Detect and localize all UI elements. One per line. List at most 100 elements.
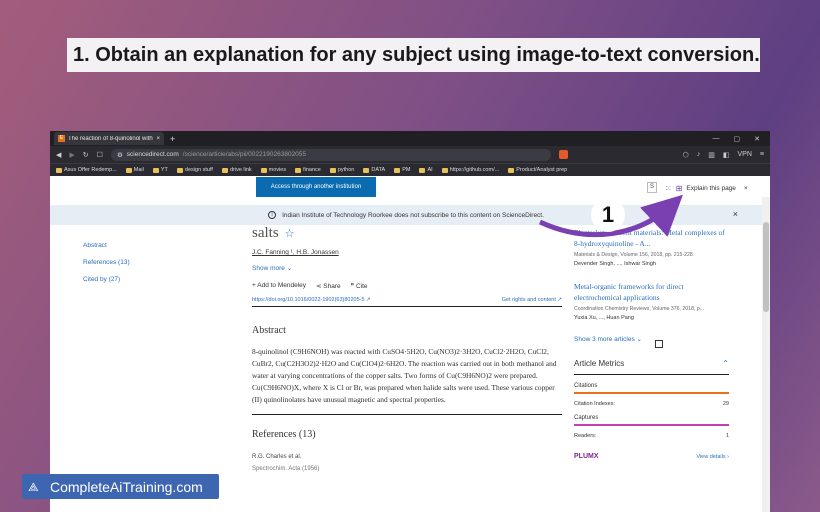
share-button[interactable]: ⋖ Share [316,282,341,290]
maximize-icon[interactable]: ▢ [734,135,741,143]
url-field[interactable]: ⚙ sciencedirect.com/science/article/abs/… [110,148,551,161]
bookmark-item[interactable]: AI [419,167,433,173]
browser-window: E The reaction of 8-quinolinol with × + … [50,131,770,512]
forward-icon[interactable]: ▶ [69,151,74,159]
scrollbar-thumb[interactable] [763,222,769,312]
outline-cited-by-link[interactable]: Cited by (27) [83,271,130,288]
explain-page-label[interactable]: Explain this page [686,185,736,192]
watermark: ⟁ CompleteAiTraining.com [22,474,219,499]
folder-icon [508,167,515,173]
bookmark-item[interactable]: DATA [363,167,385,173]
apps-icon: ⊞ [675,183,683,193]
watermark-text: CompleteAiTraining.com [50,478,203,495]
bookmark-item[interactable]: Mail [125,167,144,173]
grid-icon: ⁙ [665,183,672,193]
folder-icon [176,167,183,173]
brave-shield-icon[interactable] [558,150,568,159]
reference-journal: Spectrochim. Acta (1956) [252,466,320,472]
abstract-text: 8-quinolinol (C9H6NOH) was reacted with … [252,346,562,415]
bookmark-item[interactable]: python [329,167,354,173]
sidebar-icon[interactable]: ◧ [723,151,730,159]
bookmark-item[interactable]: YT [152,167,168,173]
window-close-icon[interactable]: ✕ [754,135,760,143]
notice-close-icon[interactable]: × [733,209,738,219]
url-host: sciencedirect.com [126,151,179,158]
headline-banner: 1. Obtain an explanation for any subject… [67,38,760,72]
article-actions: + Add to Mendeley ⋖ Share ❞ Cite [252,282,562,290]
search-input[interactable]: S [647,182,657,193]
related-article-title[interactable]: Electroluminescent materials: Metal comp… [574,227,729,249]
bookmark-label: movies [268,167,287,173]
site-info-icon[interactable]: ⚙ [117,151,123,159]
reference-author[interactable]: R.G. Charles et al. [252,454,562,460]
show-more-button[interactable]: Show more ⌄ [252,264,562,272]
extensions-icon[interactable]: ⬡ [683,151,689,159]
notice-text: Indian Institute of Technology Roorkee d… [282,211,544,219]
bookmark-label: https://github.com/... [449,167,500,173]
menu-icon[interactable]: ≡ [760,151,764,159]
related-article-item: Electroluminescent materials: Metal comp… [574,227,729,267]
add-to-mendeley-button[interactable]: + Add to Mendeley [252,282,306,290]
related-article-authors: Yuxia Xu, ..., Huan Pang [574,315,634,321]
bookmark-item[interactable]: design stuff [176,167,213,173]
authors[interactable]: J.C. Fanning ¹, H.B. Jonassen [252,249,562,256]
bookmark-item[interactable]: https://github.com/... [441,167,500,173]
folder-icon [329,167,336,173]
explain-page-bar[interactable]: ⁙ ⊞ Explain this page × [665,181,757,195]
tab-title: The reaction of 8-quinolinol with [68,135,153,142]
explain-close-icon[interactable]: × [744,185,748,192]
related-article-authors: Devender Singh, ..., Ishwar Singh [574,261,656,267]
bookmarks-bar: Asus Offer Redemp... Mail YT design stuff dr… [50,163,770,176]
bookmark-label: Mail [133,167,144,173]
music-icon[interactable]: ♪ [697,151,701,159]
show-more-articles-button[interactable]: Show 3 more articles ⌄ [574,335,729,343]
bookmark-item[interactable]: Product/Analyst prep [508,167,567,173]
citations-bar [574,392,729,394]
bookmark-label: YT [160,167,168,173]
tab-close-icon[interactable]: × [156,136,160,142]
tab-article[interactable]: E The reaction of 8-quinolinol with × [54,132,164,145]
bookmark-item[interactable]: movies [260,167,287,173]
plumx-row: PLUMX View details › [574,453,729,460]
article-metrics-header[interactable]: Article Metrics ⌃ [574,359,729,368]
folder-icon [125,167,132,173]
reload-icon[interactable]: ↻ [83,151,89,159]
folder-icon [152,167,159,173]
divider [574,374,729,375]
star-icon[interactable]: ☆ [285,227,295,240]
outline-references-link[interactable]: References (13) [83,254,130,271]
folder-icon [295,167,302,173]
step-number-badge: 1 [591,198,625,232]
folder-icon [394,167,401,173]
citations-label: Citations [574,383,598,389]
outline-abstract-link[interactable]: Abstract [83,237,130,254]
doi-link[interactable]: https://doi.org/10.1016/0022-1902(63)802… [252,297,371,303]
bookmark-label: drive link [229,167,252,173]
bookmark-label: PM [402,167,411,173]
tab-bar: E The reaction of 8-quinolinol with × + … [50,131,770,146]
folder-icon [363,167,370,173]
copy-icon[interactable] [655,340,663,348]
bookmarks-icon[interactable]: ▥ [708,151,715,159]
bookmark-item[interactable]: Asus Offer Redemp... [56,167,117,173]
bookmark-page-icon[interactable]: ☐ [97,151,103,159]
minimize-icon[interactable]: — [713,135,720,143]
window-controls: — ▢ ✕ [713,135,771,143]
related-article-item: Metal-organic frameworks for direct elec… [574,281,729,321]
vpn-button[interactable]: VPN [738,151,752,159]
bookmark-item[interactable]: PM [394,167,410,173]
chevron-up-icon[interactable]: ⌃ [722,359,729,368]
bookmark-item[interactable]: drive link [221,167,252,173]
plumx-logo: PLUMX [574,453,599,460]
scrollbar[interactable] [762,197,770,512]
related-article-meta: Materials & Design, Volume 156, 2018, pp… [574,252,693,258]
cite-button[interactable]: ❞ Cite [351,282,368,290]
folder-icon [221,167,228,173]
bookmark-item[interactable]: finance [295,167,321,173]
related-article-title[interactable]: Metal-organic frameworks for direct elec… [574,281,729,303]
back-icon[interactable]: ◀ [56,151,61,159]
access-institution-button[interactable]: Access through another institution [256,177,376,197]
new-tab-button[interactable]: + [170,134,175,144]
rights-link[interactable]: Get rights and content ↗ [502,297,562,303]
view-details-link[interactable]: View details › [696,454,729,460]
